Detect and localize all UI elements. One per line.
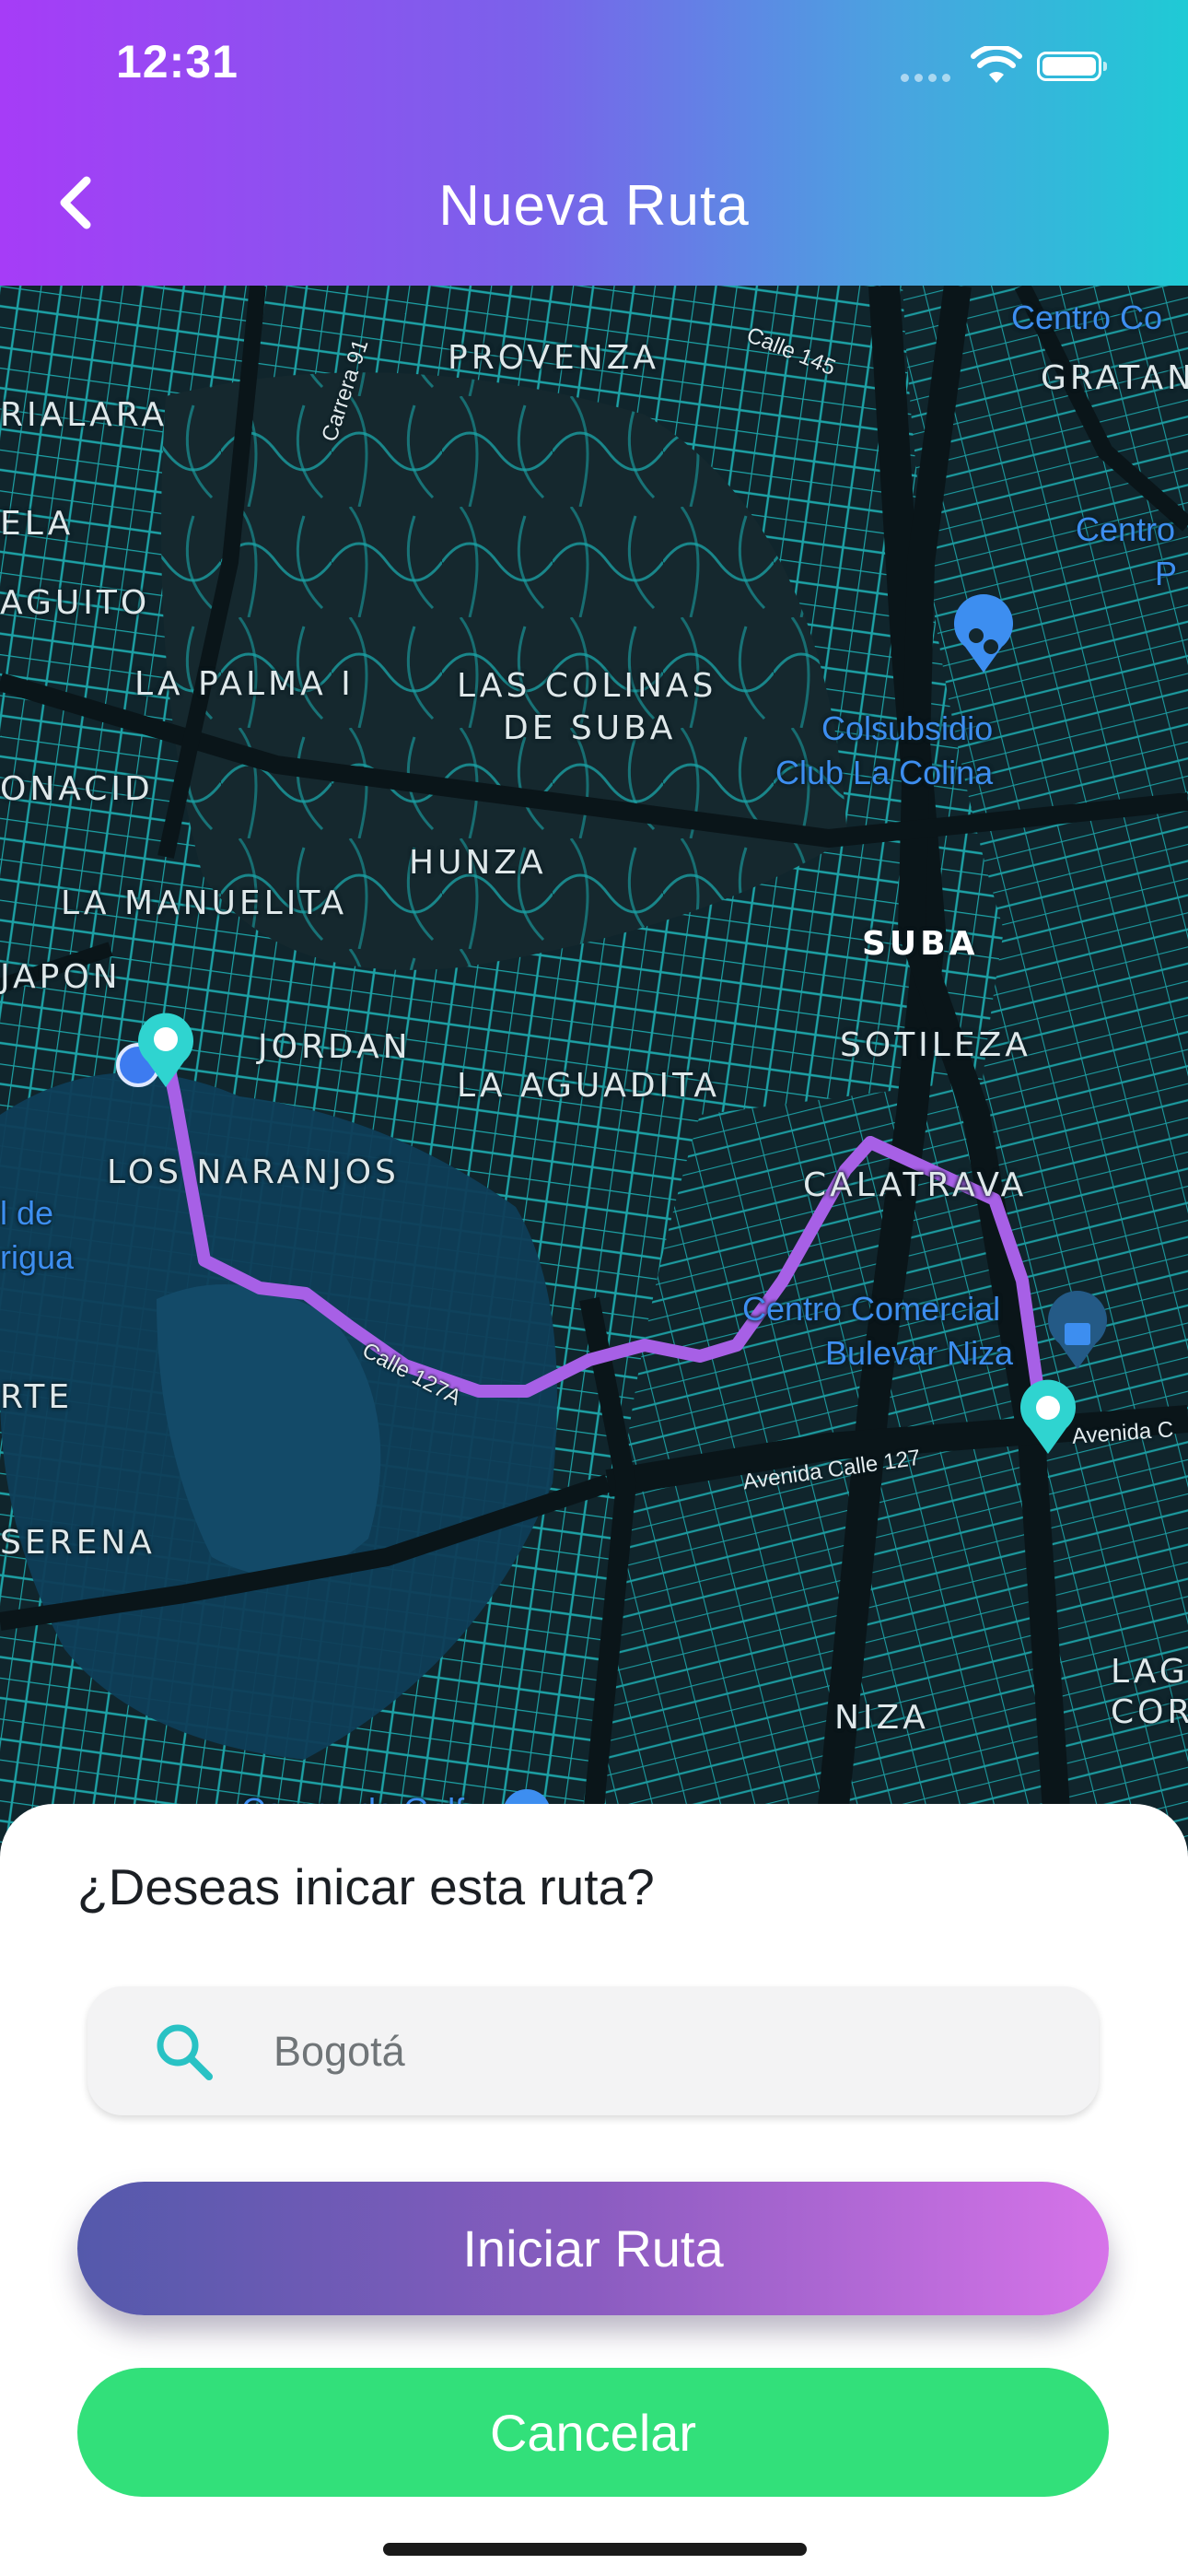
poi-label: Centro: [1076, 510, 1176, 548]
search-input[interactable]: [272, 1986, 1067, 2117]
map-label: SUBA: [862, 925, 979, 963]
map-label: RIALARA: [0, 396, 168, 434]
map-label: LA MANUELITA: [61, 884, 348, 922]
map-label: LOS NARANJOS: [107, 1153, 400, 1191]
confirm-question: ¿Deseas inicar esta ruta?: [77, 1858, 655, 1915]
map-label: HUNZA: [409, 844, 547, 882]
cellular-signal-icon: [901, 70, 956, 87]
route-map[interactable]: PROVENZA RIALARA ELA AGUITO LA PALMA I L…: [0, 286, 1188, 1852]
map-label: SERENA: [0, 1524, 156, 1562]
poi-label: l de: [0, 1194, 54, 1232]
map-label: ONACID: [0, 770, 154, 808]
poi-label: Centro Comercial: [742, 1290, 1001, 1328]
map-label: LA AGUADITA: [457, 1067, 720, 1105]
battery-icon: [1037, 52, 1107, 81]
search-box[interactable]: [87, 1986, 1099, 2117]
map-label: RTE: [0, 1378, 74, 1416]
map-label: DE SUBA: [503, 709, 677, 747]
map-label: COR: [1111, 1693, 1188, 1731]
map-label: JAPON: [0, 958, 122, 996]
poi-label: Centro Co: [1011, 299, 1163, 336]
map-label: SOTILEZA: [840, 1026, 1031, 1064]
map-label: LAS COLINAS: [457, 667, 717, 705]
poi-label: Club La Colina: [775, 754, 994, 791]
poi-label: rigua: [0, 1238, 75, 1276]
map-label: GRATAN: [1041, 359, 1188, 397]
map-label: AGUITO: [0, 584, 151, 622]
poi-label: Colsubsidio: [821, 709, 994, 747]
map-label: PROVENZA: [448, 339, 660, 377]
map-label: LA PALMA I: [134, 665, 355, 703]
poi-label: Bulevar Niza: [825, 1334, 1014, 1372]
poi-label: P: [1155, 555, 1178, 592]
map-label: JORDAN: [258, 1028, 412, 1066]
wifi-icon: [971, 46, 1022, 83]
route-confirmation-sheet: ¿Deseas inicar esta ruta? Iniciar Ruta C…: [0, 1804, 1188, 2576]
start-route-button[interactable]: Iniciar Ruta: [77, 2182, 1109, 2315]
page-title: Nueva Ruta: [438, 174, 750, 238]
home-indicator: [383, 2543, 807, 2556]
search-icon: [157, 2024, 213, 2080]
app-header: 12:31 Nueva Ruta: [0, 0, 1188, 286]
map-label: CALATRAVA: [803, 1166, 1028, 1204]
map-label: ELA: [0, 505, 75, 543]
status-time: 12:31: [116, 36, 239, 88]
map-label: NIZA: [834, 1699, 929, 1737]
map-label: LAG: [1111, 1653, 1188, 1691]
cancel-button[interactable]: Cancelar: [77, 2368, 1109, 2497]
